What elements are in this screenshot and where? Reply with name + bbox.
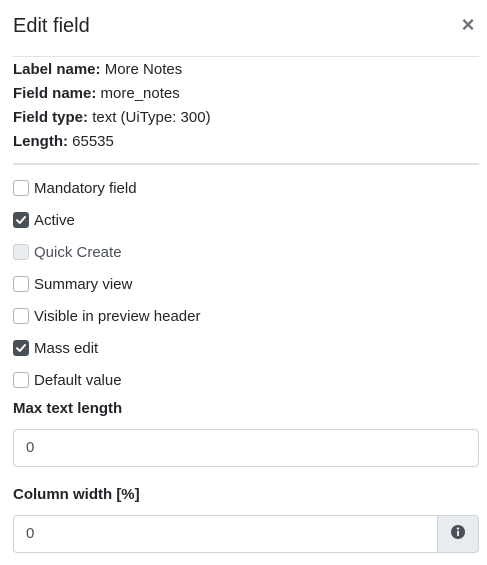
field-info: Label name: More Notes Field name: more_… [13,59,479,155]
column-width-input[interactable]: 0 [13,515,438,553]
option-active[interactable]: Active [13,205,479,237]
option-label: Visible in preview header [34,308,201,325]
checkbox [13,244,29,260]
info-value: 65535 [72,133,114,150]
checkbox[interactable] [13,340,29,356]
max-text-length-label: Max text length [13,400,123,417]
option-summary-view[interactable]: Summary view [13,269,479,301]
option-label: Default value [34,372,122,389]
column-width-group: 0 [13,515,479,553]
info-field-name: Field name: more_notes [13,83,479,107]
option-preview-header[interactable]: Visible in preview header [13,301,479,333]
info-length: Length: 65535 [13,131,479,155]
modal-header: Edit field × [13,0,479,57]
column-width-info-button[interactable] [437,515,479,553]
column-width-label: Column width [%] [13,486,140,503]
checkbox[interactable] [13,308,29,324]
checkmark-icon [16,216,26,224]
info-circle-icon [451,524,465,544]
option-mandatory[interactable]: Mandatory field [13,173,479,205]
option-label: Active [34,212,75,229]
edit-field-modal: Edit field × Label name: More Notes Fiel… [0,0,487,565]
checkbox[interactable] [13,372,29,388]
option-mass-edit[interactable]: Mass edit [13,333,479,365]
option-default-value[interactable]: Default value [13,365,479,397]
info-field-type: Field type: text (UiType: 300) [13,107,479,131]
info-label-name: Label name: More Notes [13,59,479,83]
info-key: Field type: [13,109,89,126]
option-quick-create: Quick Create [13,237,479,269]
checkbox[interactable] [13,180,29,196]
info-value: More Notes [104,61,183,78]
option-label: Quick Create [34,244,122,261]
checkbox[interactable] [13,212,29,228]
info-key: Field name: [13,85,97,102]
option-label: Mass edit [34,340,99,357]
field-options: Mandatory field Active Quick Create Summ… [13,173,479,397]
option-label: Summary view [34,276,133,293]
max-text-length-input[interactable]: 0 [13,429,479,467]
info-key: Label name: [13,61,101,78]
modal-title: Edit field [13,15,90,37]
section-divider [13,163,479,165]
info-value: text (UiType: 300) [92,109,211,126]
checkbox[interactable] [13,276,29,292]
option-label: Mandatory field [34,180,137,197]
info-value: more_notes [100,85,180,102]
info-key: Length: [13,133,68,150]
close-button[interactable]: × [459,13,477,37]
checkmark-icon [16,344,26,352]
